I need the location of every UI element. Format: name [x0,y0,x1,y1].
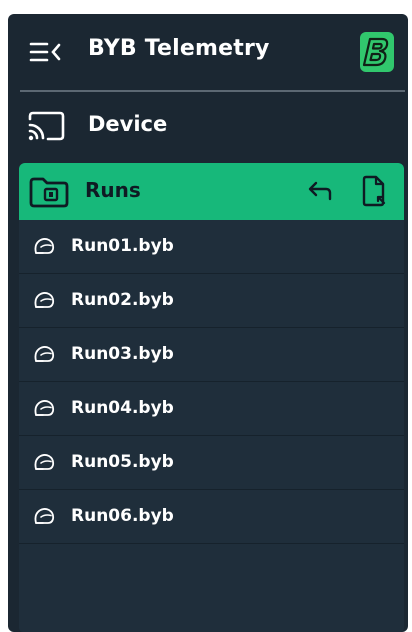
helmet-icon [34,400,55,416]
run-list-item[interactable]: Run05.byb [19,436,404,490]
nav-item-device[interactable]: Device [8,102,408,150]
menu-collapse-icon[interactable] [29,40,63,64]
byb-logo-icon [360,32,394,72]
run-list-item[interactable]: Run01.byb [19,220,404,274]
helmet-icon [34,238,55,254]
header-divider [20,90,405,92]
run-list-item[interactable]: Run03.byb [19,328,404,382]
helmet-icon [34,508,55,524]
undo-arrow-icon[interactable] [306,179,334,203]
telemetry-panel: BYB Telemetry Device Runs Run01.byb Run0… [8,14,408,632]
run-list-item[interactable]: Run06.byb [19,490,404,544]
run-name: Run02.byb [71,290,174,310]
run-name: Run04.byb [71,398,174,418]
nav-item-runs-label: Runs [85,178,141,202]
run-name: Run05.byb [71,452,174,472]
app-title: BYB Telemetry [88,36,270,61]
nav-item-device-label: Device [88,112,168,136]
run-name: Run06.byb [71,506,174,526]
run-list-item[interactable]: Run04.byb [19,382,404,436]
folder-icon [29,177,69,208]
run-name: Run03.byb [71,344,174,364]
cast-icon [28,111,65,141]
runs-list: Run01.byb Run02.byb Run03.byb Run04.byb … [19,220,404,632]
helmet-icon [34,292,55,308]
run-list-item[interactable]: Run02.byb [19,274,404,328]
app-header: BYB Telemetry [8,14,408,88]
file-export-icon[interactable] [361,175,387,207]
run-name: Run01.byb [71,236,174,256]
helmet-icon [34,346,55,362]
helmet-icon [34,454,55,470]
nav-item-runs[interactable]: Runs [19,163,404,220]
